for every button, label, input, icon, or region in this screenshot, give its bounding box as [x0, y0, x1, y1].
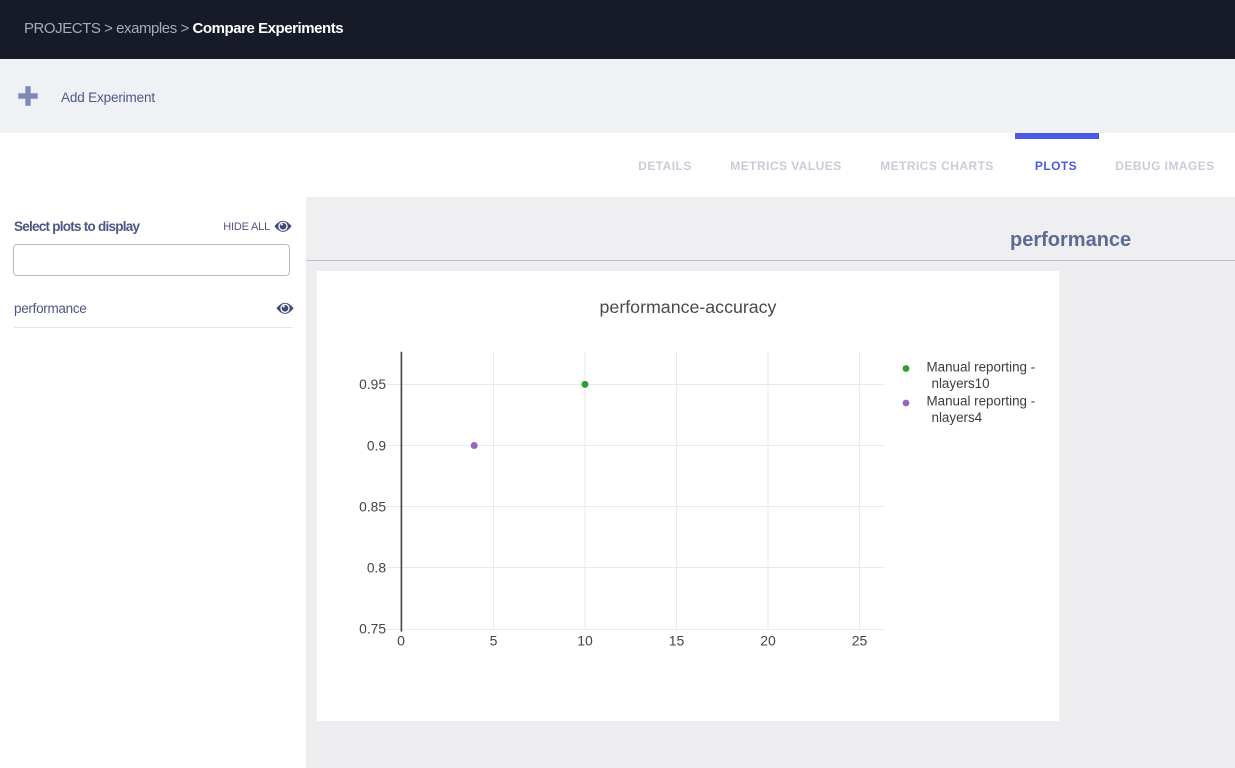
svg-text:0.9: 0.9: [367, 438, 387, 453]
svg-text:10: 10: [577, 633, 593, 649]
svg-text:25: 25: [852, 633, 868, 649]
svg-text:Manual reporting -: Manual reporting -: [927, 360, 1036, 375]
svg-text:15: 15: [669, 633, 685, 649]
svg-text:5: 5: [490, 633, 498, 649]
svg-text:0.95: 0.95: [359, 377, 386, 392]
svg-text:20: 20: [760, 633, 776, 649]
svg-text:nlayers4: nlayers4: [932, 410, 983, 425]
svg-text:performance-accuracy: performance-accuracy: [600, 297, 777, 317]
svg-text:0.8: 0.8: [367, 561, 387, 576]
svg-text:0.85: 0.85: [359, 499, 386, 514]
svg-text:Manual reporting -: Manual reporting -: [927, 394, 1036, 409]
svg-text:nlayers10: nlayers10: [932, 376, 990, 391]
svg-text:0.75: 0.75: [359, 622, 386, 637]
svg-text:0: 0: [397, 633, 405, 649]
